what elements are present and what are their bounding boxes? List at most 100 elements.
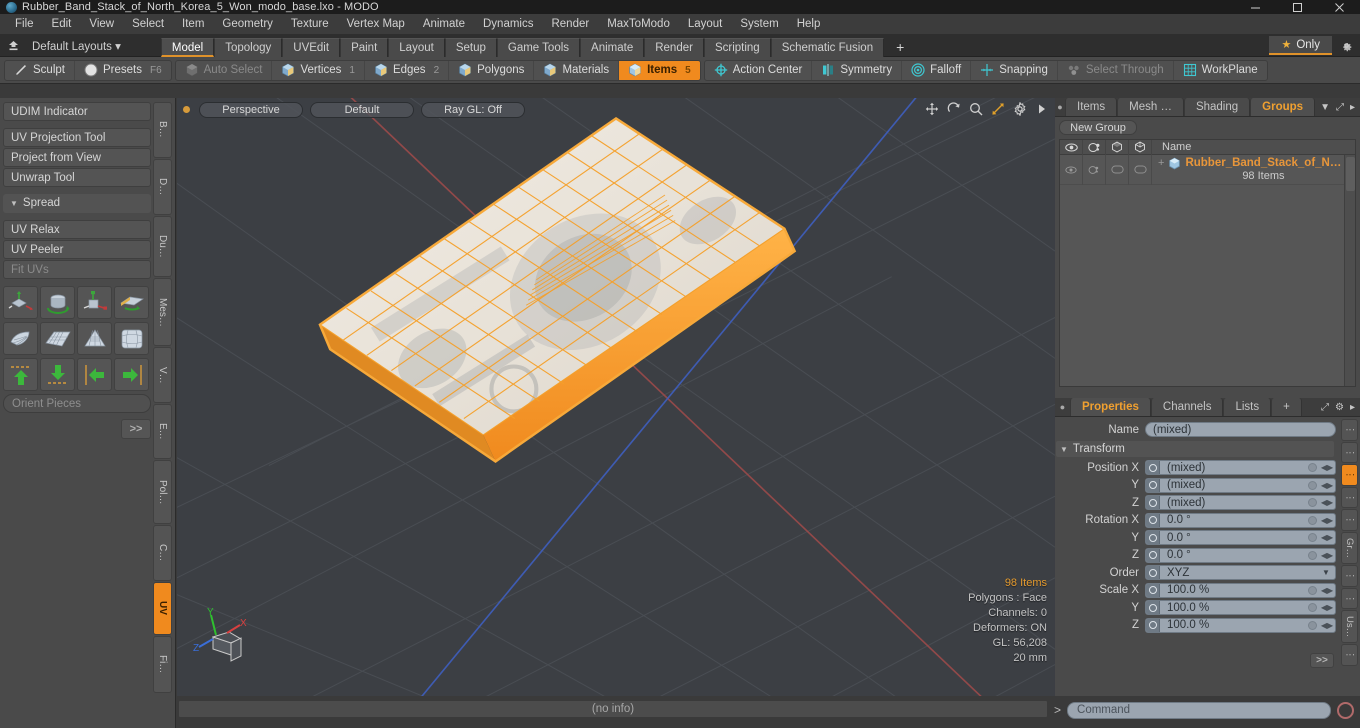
scale-y-knob[interactable] [1305, 603, 1319, 613]
home-icon[interactable] [0, 36, 26, 56]
flip-plane-icon[interactable] [114, 286, 149, 319]
scale-axis-icon[interactable] [77, 286, 112, 319]
edges-mode-button[interactable]: Edges 2 [365, 60, 450, 80]
rvtab-8[interactable]: ⋮ [1341, 587, 1358, 610]
menu-maxtomodo[interactable]: MaxToModo [598, 14, 679, 35]
position-x-radio[interactable] [1146, 461, 1160, 475]
uv-peeler-button[interactable]: UV Peeler [3, 240, 151, 259]
order-radio[interactable] [1146, 566, 1160, 580]
position-x-field[interactable]: (mixed) ◀▶ [1145, 460, 1336, 476]
row-shade-toggle[interactable] [1106, 154, 1129, 185]
scale-z-radio[interactable] [1146, 618, 1160, 632]
unwrap-tool-button[interactable]: Unwrap Tool [3, 168, 151, 187]
menu-system[interactable]: System [731, 14, 787, 35]
rvtab-10[interactable]: ⋮ [1341, 644, 1358, 666]
scale-z-field[interactable]: 100.0 % ◀▶ [1145, 617, 1336, 633]
default-layouts-dropdown[interactable]: Default Layouts ▾ [26, 39, 127, 53]
align-up-icon[interactable] [3, 358, 38, 391]
menu-animate[interactable]: Animate [414, 14, 474, 35]
uv-unwrap-icon[interactable] [3, 322, 38, 355]
chevron-down-icon[interactable]: ▼ [1320, 102, 1330, 113]
expand-toggle-icon[interactable]: + [1158, 157, 1164, 170]
position-z-field[interactable]: (mixed) ◀▶ [1145, 495, 1336, 511]
layout-tab-topology[interactable]: Topology [214, 37, 283, 57]
rotation-y-knob[interactable] [1305, 533, 1319, 543]
rotation-x-field[interactable]: 0.0 ° ◀▶ [1145, 512, 1336, 528]
layout-tab-model[interactable]: Model [160, 37, 215, 57]
menu-view[interactable]: View [80, 14, 123, 35]
properties-more-button[interactable]: >> [1310, 653, 1334, 668]
tab-mesh[interactable]: Mesh … [1117, 98, 1184, 116]
udim-indicator-button[interactable]: UDIM Indicator [3, 102, 151, 121]
scale-x-knob[interactable] [1305, 585, 1319, 595]
wire-icon[interactable] [1129, 140, 1152, 155]
minimize-button[interactable] [1234, 0, 1276, 14]
rotation-z-spinner[interactable]: ◀▶ [1319, 551, 1335, 560]
menu-file[interactable]: File [6, 14, 43, 35]
layout-tab-paint[interactable]: Paint [340, 37, 389, 57]
vtab-vertex[interactable]: V… [153, 347, 172, 403]
properties-menu-icon[interactable]: ● [1055, 398, 1070, 416]
position-y-field[interactable]: (mixed) ◀▶ [1145, 477, 1336, 493]
auto-select-button[interactable]: Auto Select [176, 60, 273, 80]
position-y-spinner[interactable]: ◀▶ [1319, 481, 1335, 490]
tab-shading[interactable]: Shading [1183, 98, 1251, 116]
layout-tab-uvedit[interactable]: UVEdit [282, 37, 341, 57]
uv-sphere-icon[interactable] [114, 322, 149, 355]
menu-select[interactable]: Select [123, 14, 173, 35]
select-through-button[interactable]: Select Through [1058, 60, 1174, 80]
layout-tab-game-tools[interactable]: Game Tools [496, 37, 581, 57]
transform-section-header[interactable]: ▼ Transform [1056, 441, 1334, 457]
expand-icon[interactable]: ⤢ [1321, 402, 1329, 413]
arrow-right-icon[interactable]: ▸ [1350, 102, 1355, 113]
position-z-radio[interactable] [1146, 496, 1160, 510]
menu-render[interactable]: Render [542, 14, 598, 35]
project-from-view-button[interactable]: Project from View [3, 148, 151, 167]
gear-icon[interactable] [1334, 36, 1358, 55]
order-dropdown[interactable]: XYZ ▼ [1145, 565, 1336, 581]
vtab-polygon[interactable]: Pol… [153, 460, 172, 524]
viewport-projection-dropdown[interactable]: Perspective [199, 101, 303, 118]
fit-uvs-button[interactable]: Fit UVs [3, 260, 151, 279]
vtab-command[interactable]: C… [153, 524, 172, 581]
viewport-menu-dot-icon[interactable] [183, 106, 190, 113]
scale-y-radio[interactable] [1146, 601, 1160, 615]
menu-geometry[interactable]: Geometry [213, 14, 282, 35]
tab-channels[interactable]: Channels [1150, 398, 1224, 416]
tab-add[interactable]: + [1271, 398, 1302, 416]
gear-icon[interactable]: ⚙ [1335, 402, 1344, 413]
materials-mode-button[interactable]: Materials [534, 60, 620, 80]
rotation-z-field[interactable]: 0.0 ° ◀▶ [1145, 547, 1336, 563]
position-x-knob[interactable] [1305, 463, 1319, 473]
eye-icon[interactable] [1060, 140, 1083, 155]
align-down-icon[interactable] [40, 358, 75, 391]
rvtab-4[interactable]: ⋮ [1341, 486, 1358, 509]
row-eye-toggle[interactable] [1060, 154, 1083, 185]
orient-pieces-field[interactable]: Orient Pieces [3, 394, 151, 413]
table-row[interactable]: + Rubber_Band_Stack_of_N… 98 Items [1060, 154, 1355, 185]
vtab-mesh[interactable]: Mes… [153, 278, 172, 347]
align-right-icon[interactable] [114, 358, 149, 391]
expand-icon[interactable]: ⤢ [1336, 102, 1344, 113]
uv-relax-button[interactable]: UV Relax [3, 220, 151, 239]
rotate-cylinder-icon[interactable] [40, 286, 75, 319]
rotation-y-radio[interactable] [1146, 531, 1160, 545]
layout-tab-schematic-fusion[interactable]: Schematic Fusion [770, 37, 885, 57]
rvtab-user[interactable]: Us… [1341, 610, 1358, 644]
tab-groups[interactable]: Groups [1250, 98, 1316, 116]
viewport-raygl-dropdown[interactable]: Ray GL: Off [421, 101, 525, 118]
record-icon[interactable] [1337, 701, 1354, 719]
workplane-button[interactable]: WorkPlane [1174, 61, 1267, 80]
3d-viewport[interactable]: Perspective Default Ray GL: Off Y X Z 98… [177, 98, 1055, 696]
position-z-spinner[interactable]: ◀▶ [1319, 498, 1335, 507]
rotation-z-radio[interactable] [1146, 548, 1160, 562]
rvtab-7[interactable]: ⋮ [1341, 565, 1358, 587]
menu-edit[interactable]: Edit [43, 14, 81, 35]
scale-x-field[interactable]: 100.0 % ◀▶ [1145, 582, 1336, 598]
rvtab-1[interactable]: ⋮ [1341, 419, 1358, 441]
menu-item[interactable]: Item [173, 14, 213, 35]
new-group-button[interactable]: New Group [1059, 120, 1137, 135]
vertices-mode-button[interactable]: Vertices 1 [272, 60, 365, 80]
rvtab-3-active[interactable]: ⋮ [1341, 464, 1358, 486]
left-panel-more-button[interactable]: >> [121, 419, 151, 439]
